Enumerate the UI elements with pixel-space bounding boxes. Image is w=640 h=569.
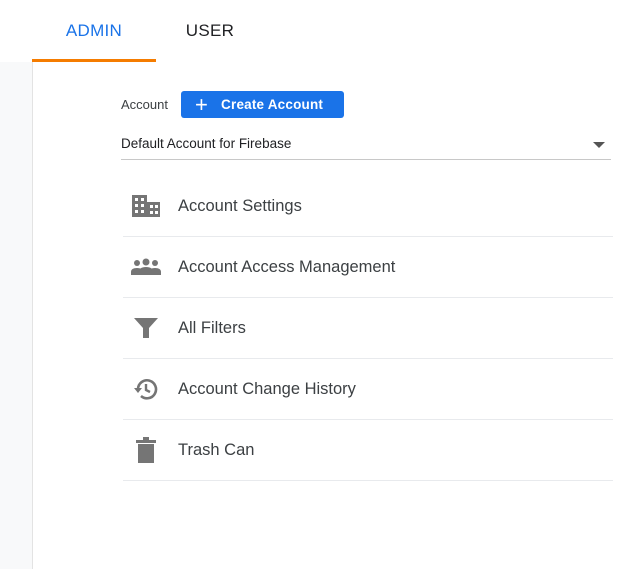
account-selector[interactable]: Default Account for Firebase [121,132,611,160]
trash-icon [131,435,161,465]
account-label: Account [121,97,168,112]
menu-item-account-settings[interactable]: Account Settings [123,176,613,237]
tab-bar: ADMIN USER [0,0,640,62]
account-menu: Account Settings Account Access Manageme… [123,176,613,481]
left-gutter [0,62,33,569]
building-icon [131,191,161,221]
menu-item-label: Trash Can [178,440,255,459]
menu-item-all-filters[interactable]: All Filters [123,298,613,359]
plus-icon: + [194,91,209,117]
create-account-label: Create Account [221,97,324,112]
tab-user[interactable]: USER [166,0,254,62]
create-account-button[interactable]: + Create Account [180,91,345,118]
menu-item-label: All Filters [178,318,246,337]
menu-item-trash-can[interactable]: Trash Can [123,420,613,481]
history-icon [131,374,161,404]
account-selector-value: Default Account for Firebase [121,136,292,151]
menu-item-label: Account Access Management [178,257,396,276]
account-panel: Account + Create Account Default Account… [33,62,640,569]
filter-icon [131,313,161,343]
menu-item-label: Account Settings [178,196,302,215]
menu-item-label: Account Change History [178,379,356,398]
account-header: Account + Create Account [121,91,345,118]
people-icon [131,252,161,282]
menu-item-account-change-history[interactable]: Account Change History [123,359,613,420]
menu-item-account-access-management[interactable]: Account Access Management [123,237,613,298]
tab-admin[interactable]: ADMIN [32,0,156,62]
dropdown-arrow-icon [593,142,605,148]
